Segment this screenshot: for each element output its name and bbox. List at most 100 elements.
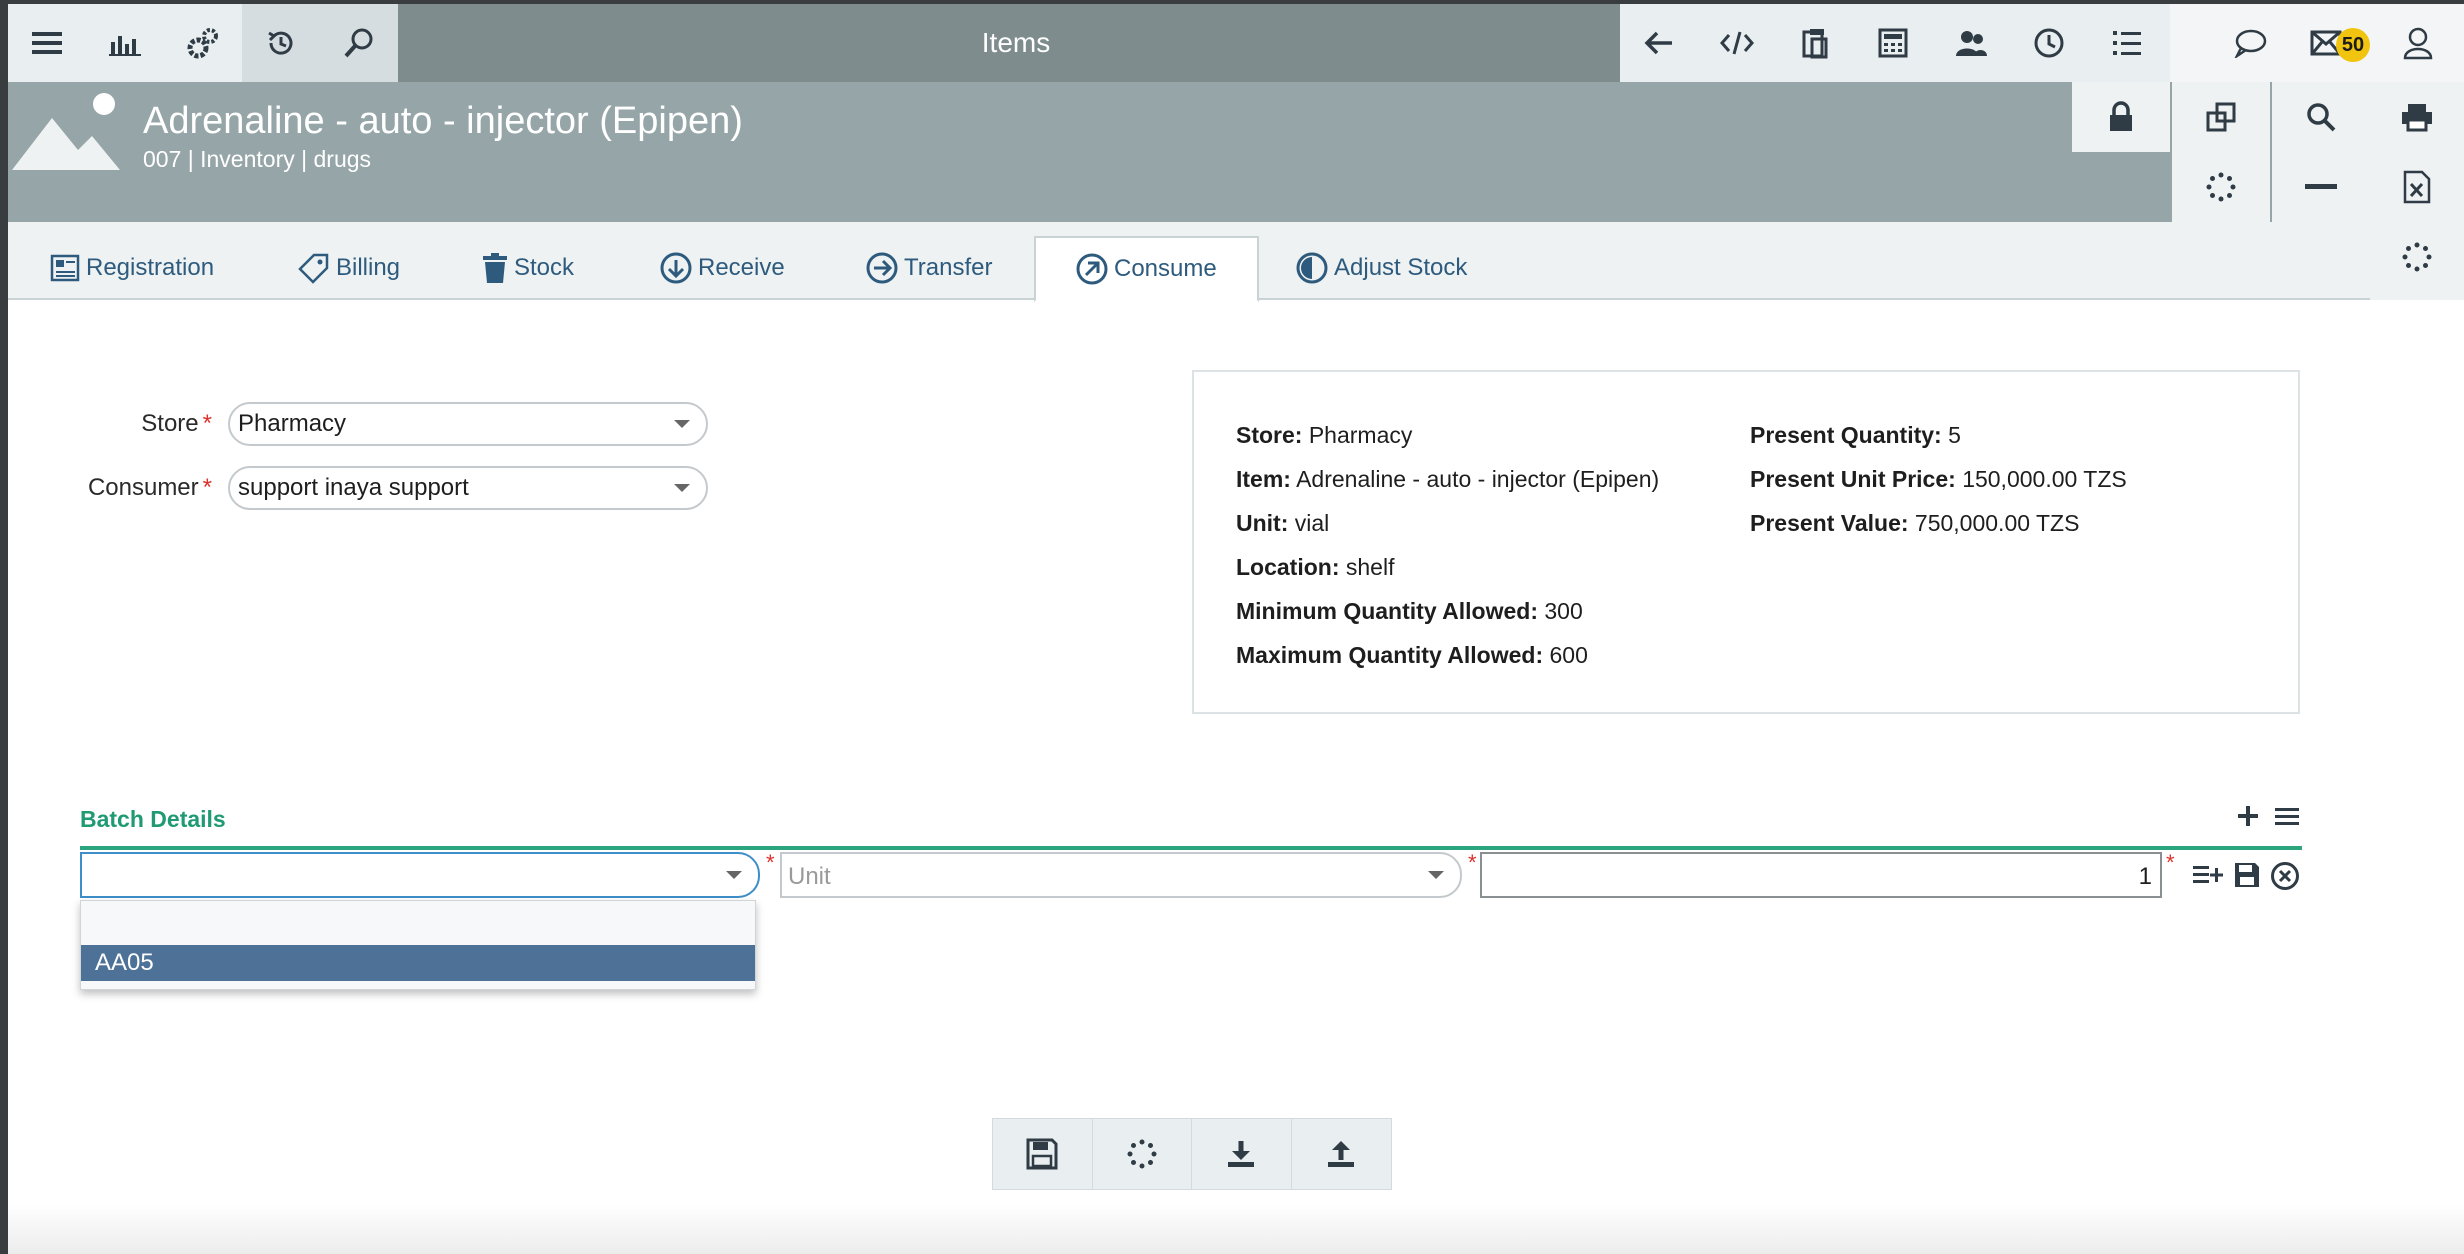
top-bar: Items 50: [8, 4, 2464, 82]
chevron-down-icon: [726, 871, 742, 879]
quantity-required-mark: *: [2166, 850, 2175, 875]
reload-button[interactable]: [1093, 1119, 1192, 1189]
info-present-unit-price: Present Unit Price: 150,000.00 TZS: [1750, 466, 2127, 492]
batch-details-title: Batch Details: [80, 806, 226, 832]
tab-transfer-label: Transfer: [904, 254, 993, 281]
lock-button[interactable]: [2072, 82, 2170, 152]
item-info-panel: Store: Pharmacy Item: Adrenaline - auto …: [1192, 370, 2300, 714]
spinner-icon: [2206, 172, 2236, 202]
info-store: Store: Pharmacy: [1236, 422, 1413, 448]
trash-icon: [482, 252, 508, 284]
remove-row-button[interactable]: [2270, 861, 2300, 896]
calculator-icon: [1878, 28, 1908, 58]
code-icon: [1720, 30, 1754, 56]
list-icon: [2274, 804, 2300, 828]
unit-placeholder: Unit: [788, 863, 831, 890]
add-batch-button[interactable]: [2236, 804, 2260, 833]
profile-button[interactable]: [2388, 4, 2448, 82]
code-button[interactable]: [1698, 4, 1776, 82]
upload-icon: [1326, 1139, 1356, 1169]
tab-receive[interactable]: Receive: [660, 236, 785, 300]
header-search-button[interactable]: [2272, 82, 2370, 152]
chat-icon: [2233, 28, 2267, 58]
calculator-button[interactable]: [1854, 4, 1932, 82]
numbered-list-icon: [2112, 28, 2142, 58]
info-min-quantity: Minimum Quantity Allowed: 300: [1236, 598, 1583, 624]
side-refresh-button[interactable]: [2370, 222, 2464, 292]
spinner-icon: [1127, 1139, 1157, 1169]
info-item: Item: Adrenaline - auto - injector (Epip…: [1236, 466, 1660, 492]
store-select[interactable]: Pharmacy: [228, 402, 708, 446]
consumer-select[interactable]: support inaya support: [228, 466, 708, 510]
batch-menu-button[interactable]: [2274, 804, 2300, 833]
item-image-placeholder-icon: [12, 90, 120, 178]
open-window-button[interactable]: [2172, 82, 2270, 152]
clock-icon: [2033, 27, 2065, 59]
batch-details-row-button[interactable]: [2192, 862, 2224, 891]
side-tools: [2370, 82, 2464, 300]
users-button[interactable]: [1932, 4, 2010, 82]
quantity-value: 1: [2138, 863, 2152, 890]
save-row-button[interactable]: [2234, 862, 2260, 893]
plus-icon: [2236, 804, 2260, 828]
top-user-toolbar: [2170, 4, 2464, 82]
download-button[interactable]: [1192, 1119, 1292, 1189]
chevron-down-icon: [674, 420, 690, 428]
print-button[interactable]: [2370, 82, 2464, 152]
chat-button[interactable]: [2200, 4, 2300, 82]
batch-dropdown: AA05: [80, 900, 756, 990]
download-icon: [1226, 1139, 1256, 1169]
floppy-disk-icon: [1026, 1138, 1058, 1170]
export-excel-button[interactable]: [2370, 152, 2464, 222]
batch-select[interactable]: [80, 852, 760, 898]
item-subtitle: 007 | Inventory | drugs: [143, 146, 372, 172]
refresh-button[interactable]: [2172, 152, 2270, 222]
batch-divider: [80, 846, 2302, 850]
tab-adjust-stock[interactable]: Adjust Stock: [1296, 236, 1467, 300]
info-unit: Unit: vial: [1236, 510, 1330, 536]
tab-stock[interactable]: Stock: [482, 236, 574, 300]
collapse-button[interactable]: [2272, 152, 2370, 222]
tab-registration-label: Registration: [86, 254, 215, 281]
store-select-value: Pharmacy: [238, 410, 347, 437]
unit-required-mark: *: [1468, 850, 1477, 875]
footer-shade: [8, 1204, 2464, 1254]
item-header: Adrenaline - auto - injector (Epipen) 00…: [8, 82, 2370, 222]
quantity-input[interactable]: 1: [1480, 852, 2162, 898]
tab-billing-label: Billing: [336, 254, 401, 281]
tab-stock-label: Stock: [514, 254, 575, 281]
chevron-down-icon: [674, 484, 690, 492]
tab-bar: Registration Billing Stock Receive Trans…: [8, 222, 2370, 302]
back-button[interactable]: [1620, 4, 1698, 82]
tag-icon: [298, 252, 330, 284]
close-circle-icon: [2270, 861, 2300, 891]
floppy-disk-icon: [2234, 862, 2260, 888]
spinner-icon: [2402, 242, 2432, 272]
clock-button[interactable]: [2010, 4, 2088, 82]
search-icon: [2305, 101, 2337, 133]
clipboard-button[interactable]: [1776, 4, 1854, 82]
tab-billing[interactable]: Billing: [298, 236, 400, 300]
info-present-quantity: Present Quantity: 5: [1750, 422, 1961, 448]
arrow-right-circle-icon: [866, 252, 898, 284]
consumer-label: Consumer *: [87, 474, 212, 501]
batch-required-mark: *: [766, 850, 775, 875]
tab-receive-label: Receive: [698, 254, 785, 281]
tab-registration[interactable]: Registration: [50, 236, 214, 300]
arrow-left-icon: [1644, 30, 1674, 56]
half-circle-icon: [1296, 252, 1328, 284]
upload-button[interactable]: [1292, 1119, 1392, 1189]
tab-consume[interactable]: Consume: [1034, 236, 1259, 302]
item-title: Adrenaline - auto - injector (Epipen): [143, 100, 743, 142]
save-button[interactable]: [993, 1119, 1093, 1189]
consumer-select-value: support inaya support: [238, 474, 469, 501]
unit-select[interactable]: Unit: [780, 852, 1462, 898]
info-present-value: Present Value: 750,000.00 TZS: [1750, 510, 2080, 536]
notification-badge: 50: [2336, 28, 2370, 62]
list-button[interactable]: [2088, 4, 2166, 82]
arrow-down-circle-icon: [660, 252, 692, 284]
batch-option-selected[interactable]: AA05: [81, 945, 755, 981]
printer-icon: [2400, 102, 2434, 132]
tab-transfer[interactable]: Transfer: [866, 236, 992, 300]
tab-adjust-stock-label: Adjust Stock: [1334, 254, 1468, 281]
